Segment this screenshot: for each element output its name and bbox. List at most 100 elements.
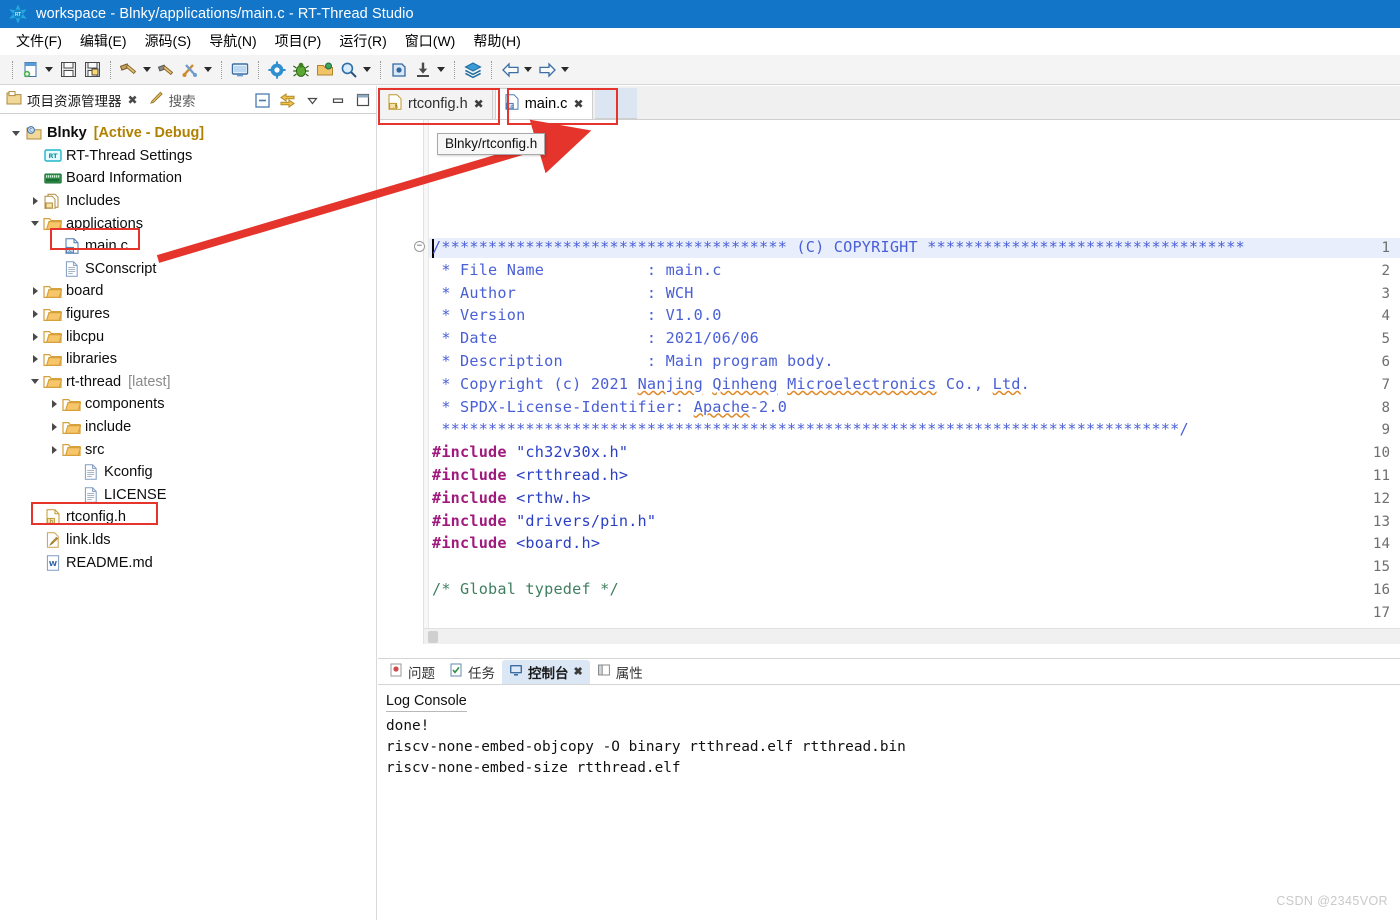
code-line[interactable]: * File Name : main.c xyxy=(432,261,722,279)
chevron-closed-icon[interactable] xyxy=(27,310,43,318)
download-icon[interactable] xyxy=(412,59,434,81)
tree-item-libraries[interactable]: libraries xyxy=(0,348,376,371)
code-line[interactable]: ****************************************… xyxy=(432,420,1189,438)
clean-icon[interactable] xyxy=(155,59,177,81)
build-hammer-icon[interactable] xyxy=(118,59,140,81)
menu-item-window[interactable]: 窗口(W) xyxy=(396,29,465,53)
tree-item-link-lds[interactable]: link.lds xyxy=(0,529,376,552)
console-tab-problems[interactable]: 问题 xyxy=(382,660,442,684)
tree-item-rtconfig-h[interactable]: .hrtconfig.h xyxy=(0,506,376,529)
build-config-icon[interactable] xyxy=(179,59,201,81)
code-line[interactable]: #include <rtthread.h> xyxy=(432,466,628,484)
forward-dropdown-icon[interactable] xyxy=(559,59,570,81)
svg-text:.h: .h xyxy=(393,104,398,110)
code-line[interactable]: #include "drivers/pin.h" xyxy=(432,512,656,530)
open-package-icon[interactable] xyxy=(314,59,336,81)
save-all-icon[interactable] xyxy=(81,59,103,81)
menu-item-navigate[interactable]: 导航(N) xyxy=(200,29,265,53)
debug-bug-icon[interactable] xyxy=(290,59,312,81)
code-line[interactable]: /* Global typedef */ xyxy=(432,580,619,598)
editor-horizontal-scrollbar[interactable] xyxy=(424,628,1400,644)
tree-item-rt-thread-settings[interactable]: RTRT-Thread Settings xyxy=(0,145,376,168)
search-icon[interactable] xyxy=(338,59,360,81)
tree-item-includes[interactable]: Includes xyxy=(0,190,376,213)
terminal-icon[interactable] xyxy=(229,59,251,81)
code-line[interactable]: * Version : V1.0.0 xyxy=(432,306,722,324)
tree-item-applications[interactable]: applications xyxy=(0,212,376,235)
fold-marker-icon[interactable]: − xyxy=(414,241,425,252)
chevron-closed-icon[interactable] xyxy=(46,446,62,454)
editor-body[interactable]: − 1/************************************… xyxy=(378,120,1400,644)
link-with-editor-icon[interactable] xyxy=(278,91,297,110)
new-dropdown-icon[interactable] xyxy=(43,59,54,81)
chevron-open-icon[interactable] xyxy=(27,379,43,384)
console-tab-properties[interactable]: 属性 xyxy=(590,660,650,684)
tree-item-libcpu[interactable]: libcpu xyxy=(0,325,376,348)
tree-item-blnky[interactable]: CBlnky[Active - Debug] xyxy=(0,122,376,145)
editor-tab-main-c[interactable]: .c main.c ✖ xyxy=(495,88,593,119)
menu-item-help[interactable]: 帮助(H) xyxy=(464,29,529,53)
code-line[interactable]: * Date : 2021/06/06 xyxy=(432,329,759,347)
close-icon[interactable]: ✖ xyxy=(128,93,138,107)
tree-item-license[interactable]: LICENSE xyxy=(0,484,376,507)
chevron-closed-icon[interactable] xyxy=(27,355,43,363)
new-icon[interactable] xyxy=(20,59,42,81)
editor-tab-rtconfig-h[interactable]: .h rtconfig.h ✖ xyxy=(378,88,493,119)
tree-item-include[interactable]: include xyxy=(0,416,376,439)
chevron-closed-icon[interactable] xyxy=(27,333,43,341)
close-icon[interactable]: ✖ xyxy=(474,97,484,111)
tree-item-board[interactable]: board xyxy=(0,280,376,303)
view-menu-icon[interactable] xyxy=(303,91,322,110)
line-number: 11 xyxy=(1373,468,1390,484)
code-line[interactable]: /************************************* (… xyxy=(432,238,1245,256)
sdk-manager-icon[interactable] xyxy=(388,59,410,81)
code-line[interactable]: #include "ch32v30x.h" xyxy=(432,443,628,461)
scrollbar-thumb[interactable] xyxy=(428,631,438,643)
menu-item-edit[interactable]: 编辑(E) xyxy=(71,29,136,53)
code-line[interactable]: #include <board.h> xyxy=(432,534,600,552)
collapse-all-icon[interactable] xyxy=(253,91,272,110)
download-dropdown-icon[interactable] xyxy=(435,59,446,81)
save-icon[interactable] xyxy=(57,59,79,81)
build-config-dropdown-icon[interactable] xyxy=(202,59,213,81)
code-line[interactable]: * Description : Main program body. xyxy=(432,352,834,370)
forward-arrow-icon[interactable] xyxy=(536,59,558,81)
search-dropdown-icon[interactable] xyxy=(361,59,372,81)
chevron-closed-icon[interactable] xyxy=(46,423,62,431)
close-icon[interactable]: ✖ xyxy=(574,665,583,678)
build-dropdown-icon[interactable] xyxy=(141,59,152,81)
menu-item-run[interactable]: 运行(R) xyxy=(330,29,395,53)
code-line[interactable]: #include <rthw.h> xyxy=(432,489,591,507)
tree-item-src[interactable]: src xyxy=(0,438,376,461)
chevron-open-icon[interactable] xyxy=(8,131,24,136)
code-line[interactable]: * SPDX-License-Identifier: Apache-2.0 xyxy=(432,398,787,416)
chevron-closed-icon[interactable] xyxy=(27,197,43,205)
tree-item-readme-md[interactable]: WREADME.md xyxy=(0,551,376,574)
tree-item-kconfig[interactable]: Kconfig xyxy=(0,461,376,484)
tab-project-explorer[interactable]: 项目资源管理器 ✖ xyxy=(0,86,143,114)
tree-item-figures[interactable]: figures xyxy=(0,303,376,326)
back-arrow-icon[interactable] xyxy=(499,59,521,81)
minimize-icon[interactable] xyxy=(328,91,347,110)
chevron-closed-icon[interactable] xyxy=(27,287,43,295)
tree-item-board-information[interactable]: Board Information xyxy=(0,167,376,190)
console-tab-tasks[interactable]: 任务 xyxy=(442,660,502,684)
tree-item-rt-thread[interactable]: rt-thread[latest] xyxy=(0,371,376,394)
settings-gear-icon[interactable] xyxy=(266,59,288,81)
menu-item-source[interactable]: 源码(S) xyxy=(136,29,201,53)
back-dropdown-icon[interactable] xyxy=(522,59,533,81)
tab-search[interactable]: 搜索 xyxy=(143,86,201,114)
console-tab-console[interactable]: 控制台 ✖ xyxy=(502,660,590,684)
layers-icon[interactable] xyxy=(462,59,484,81)
tree-item-main-c[interactable]: .cmain.c xyxy=(0,235,376,258)
tree-item-components[interactable]: components xyxy=(0,393,376,416)
menu-item-file[interactable]: 文件(F) xyxy=(7,29,71,53)
maximize-icon[interactable] xyxy=(353,91,372,110)
menu-item-project[interactable]: 项目(P) xyxy=(266,29,331,53)
chevron-open-icon[interactable] xyxy=(27,221,43,226)
code-line[interactable]: * Copyright (c) 2021 Nanjing Qinheng Mic… xyxy=(432,375,1030,393)
close-icon[interactable]: ✖ xyxy=(573,97,583,111)
chevron-closed-icon[interactable] xyxy=(46,400,62,408)
code-line[interactable]: * Author : WCH xyxy=(432,284,694,302)
tree-item-sconscript[interactable]: SConscript xyxy=(0,258,376,281)
